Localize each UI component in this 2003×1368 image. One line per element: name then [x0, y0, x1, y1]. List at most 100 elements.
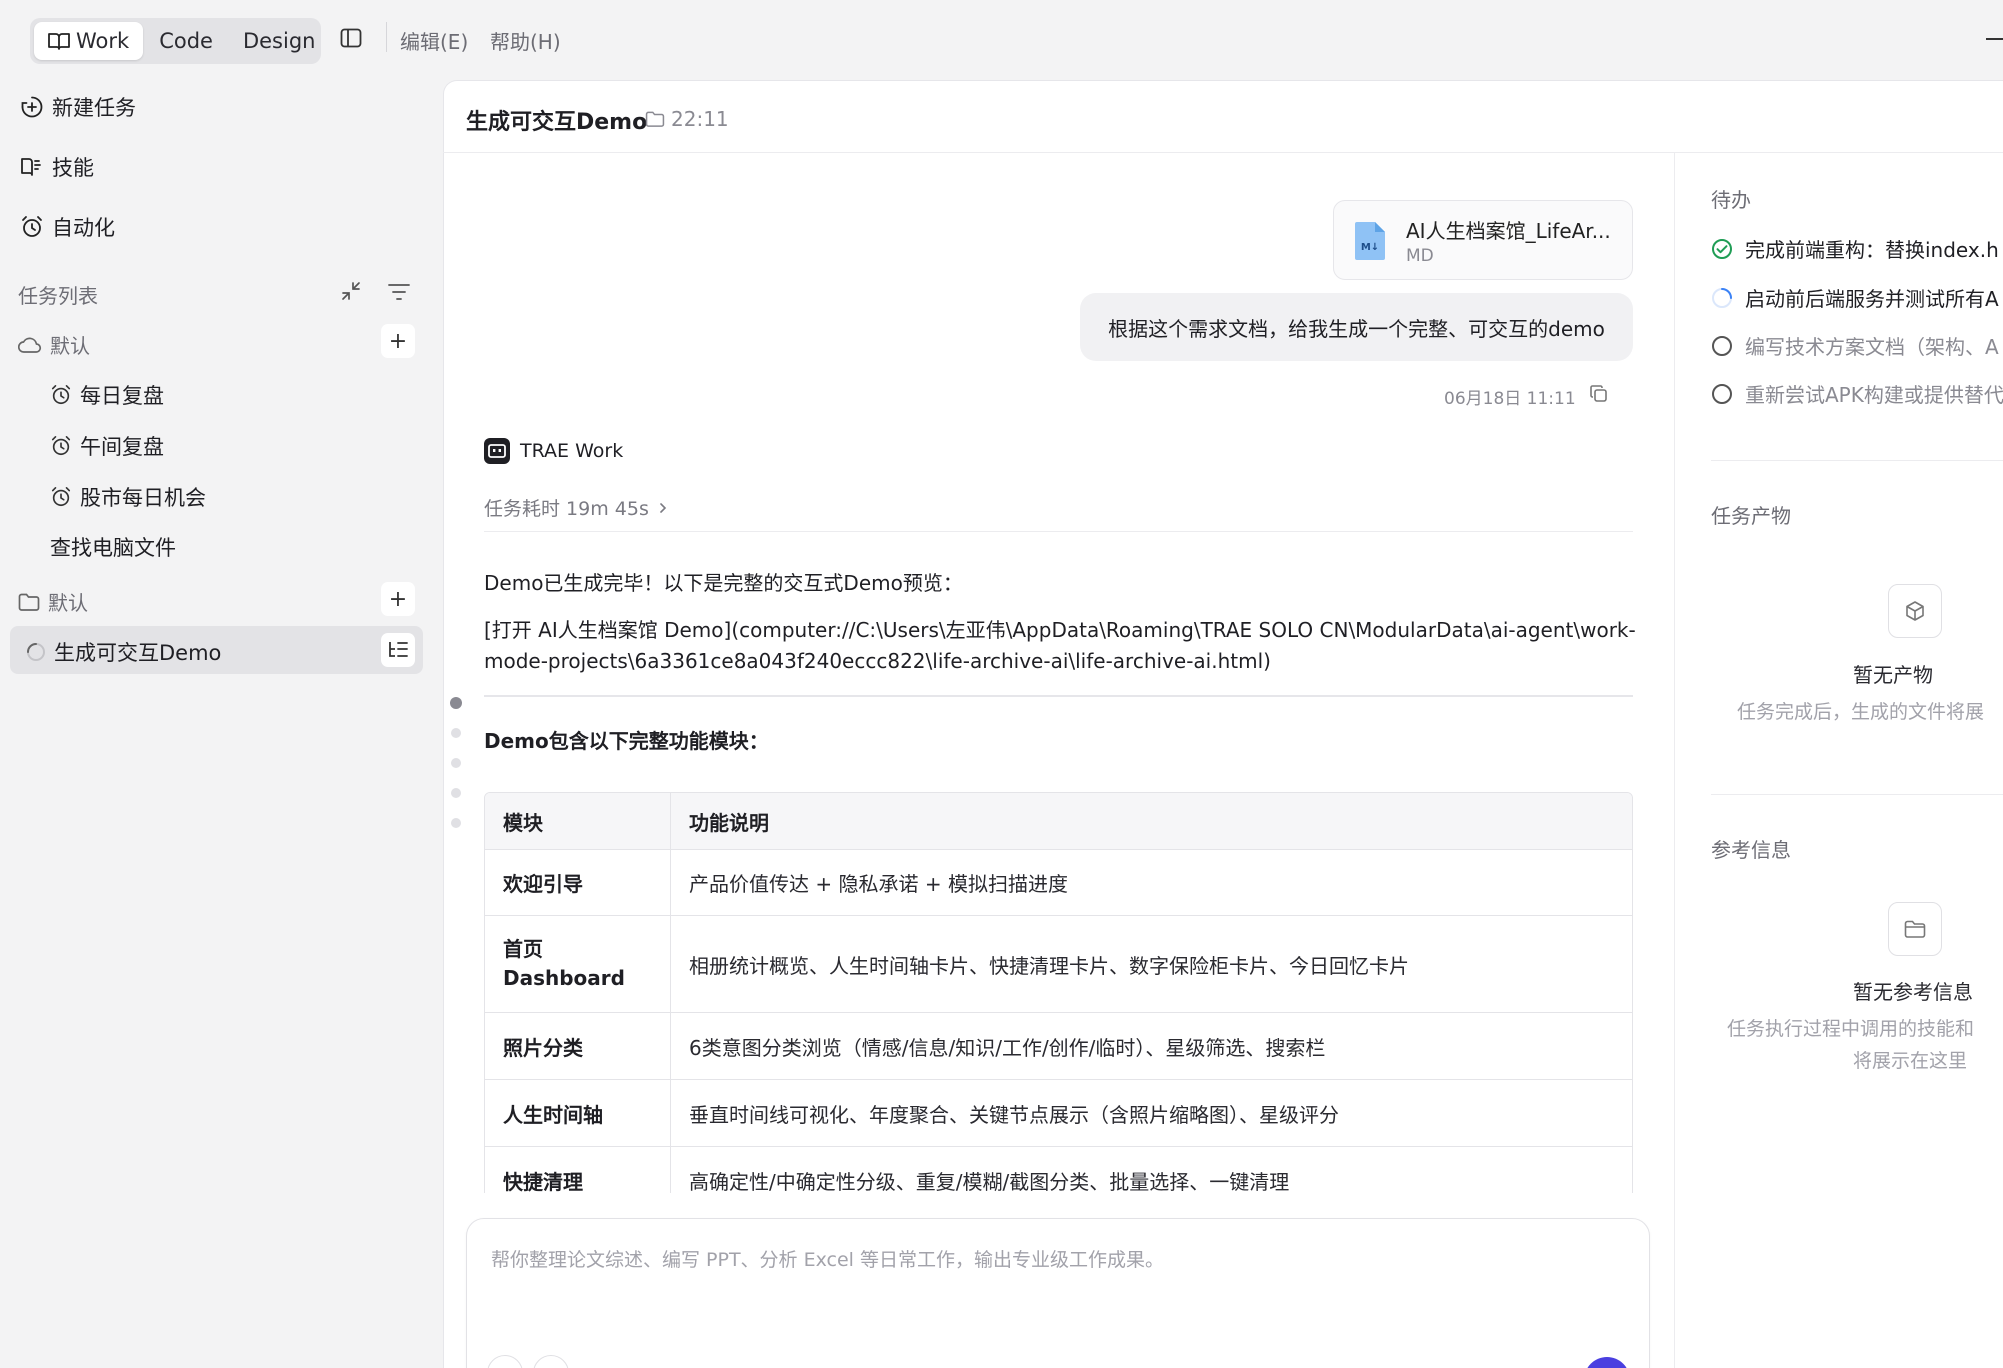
table-cell-desc: 6类意图分类浏览（情感/信息/知识/工作/创作/临时）、星级筛选、搜索栏	[689, 1035, 1326, 1060]
task-duration[interactable]: 任务耗时 19m 45s	[484, 494, 667, 521]
attachment-card[interactable]: M↓ AI人生档案馆_LifeAr... MD	[1333, 200, 1633, 280]
message-timestamp: 06月18日 11:11	[1444, 389, 1576, 409]
modules-table: 模块 功能说明 欢迎引导 产品价值传达 + 隐私承诺 + 模拟扫描进度 首页 D…	[484, 792, 1633, 1214]
composer-box[interactable]: 帮你整理论文综述、编写 PPT、分析 Excel 等日常工作，输出专业级工作成果…	[466, 1218, 1650, 1368]
divider	[484, 695, 1633, 697]
task-item-noon-review[interactable]: 午间复盘	[50, 431, 164, 461]
skills-book-icon	[20, 156, 44, 178]
group-1-add-button[interactable]: +	[381, 324, 415, 358]
attachment-type: MD	[1406, 246, 1434, 266]
collapse-icon[interactable]	[340, 280, 362, 302]
folder-icon	[1888, 902, 1942, 956]
table-cell-module: 照片分类	[485, 1013, 671, 1079]
references-empty-desc-2: 将展示在这里	[1853, 1050, 1968, 1072]
task-item-label: 查找电脑文件	[50, 536, 176, 560]
table-cell-desc: 垂直时间线可视化、年度聚合、关键节点展示（含照片缩略图）、星级评分	[689, 1102, 1339, 1127]
divider	[1711, 460, 2003, 461]
user-message-text: 根据这个需求文档，给我生成一个完整、可交互的demo	[1108, 316, 1605, 341]
folder-icon	[645, 111, 665, 127]
svg-text:M↓: M↓	[1361, 242, 1379, 253]
task-list-title-text: 任务列表	[18, 284, 98, 308]
scroll-dot[interactable]	[451, 818, 461, 828]
task-outline-button[interactable]	[381, 633, 415, 667]
group-default-1[interactable]: 默认	[18, 330, 90, 359]
task-item-generate-demo[interactable]: 生成可交互Demo	[26, 637, 221, 667]
cube-icon	[1888, 584, 1942, 638]
reply-link-line-1: [打开 AI人生档案馆 Demo](computer://C:\Users\左亚…	[484, 618, 1636, 642]
alarm-clock-icon	[50, 435, 72, 457]
empty-circle-icon	[1711, 335, 1733, 357]
group-default-2[interactable]: 默认	[18, 587, 88, 616]
scroll-dot[interactable]	[451, 788, 461, 798]
scroll-dot-active[interactable]	[450, 697, 462, 709]
composer-placeholder: 帮你整理论文综述、编写 PPT、分析 Excel 等日常工作，输出专业级工作成果…	[491, 1249, 1164, 1271]
table-row: 照片分类 6类意图分类浏览（情感/信息/知识/工作/创作/临时）、星级筛选、搜索…	[485, 1012, 1632, 1079]
task-item-daily-review[interactable]: 每日复盘	[50, 380, 164, 410]
agent-header: TRAE Work	[484, 438, 623, 464]
sidebar-toggle-icon[interactable]	[340, 28, 362, 48]
filter-icon[interactable]	[388, 282, 410, 302]
toolbar-divider	[386, 22, 387, 52]
mode-work-label: Work	[76, 29, 130, 53]
table-row: 首页 Dashboard 相册统计概览、人生时间轴卡片、快捷清理卡片、数字保险柜…	[485, 915, 1632, 1012]
check-circle-icon	[1711, 238, 1733, 260]
table-cell-module: 人生时间轴	[485, 1080, 671, 1146]
references-empty-desc-1: 任务执行过程中调用的技能和	[1727, 1018, 1975, 1040]
minimize-icon[interactable]	[1986, 38, 2003, 40]
task-item-label: 每日复盘	[80, 384, 164, 408]
reply-intro: Demo已生成完毕！以下是完整的交互式Demo预览：	[484, 571, 963, 595]
new-task-button[interactable]: 新建任务	[20, 87, 136, 127]
reply-link[interactable]: [打开 AI人生档案馆 Demo](computer://C:\Users\左亚…	[484, 615, 1636, 677]
mode-design-button[interactable]: Design	[229, 22, 330, 60]
page-title: 生成可交互Demo	[466, 110, 648, 135]
outline-list-icon	[387, 640, 409, 660]
task-item-find-files[interactable]: 查找电脑文件	[50, 532, 176, 562]
table-header-row: 模块 功能说明	[485, 793, 1632, 849]
copy-icon[interactable]	[1590, 385, 1608, 403]
attach-button[interactable]	[487, 1355, 523, 1368]
skills-label: 技能	[52, 156, 94, 180]
group-default-1-label: 默认	[50, 334, 90, 358]
loading-spinner-icon	[26, 642, 46, 662]
todo-item-done: 完成前端重构：替换index.h	[1711, 234, 1999, 263]
scroll-dot[interactable]	[451, 728, 461, 738]
header-meta: 22:11	[645, 107, 729, 131]
chevron-right-icon	[659, 502, 667, 514]
references-title: 参考信息	[1711, 838, 1791, 862]
mode-work-button[interactable]: Work	[34, 22, 144, 60]
tools-button[interactable]	[533, 1355, 569, 1368]
new-task-icon	[20, 95, 44, 119]
table-row: 欢迎引导 产品价值传达 + 隐私承诺 + 模拟扫描进度	[485, 849, 1632, 915]
book-icon	[48, 31, 70, 51]
send-button[interactable]	[1584, 1357, 1630, 1368]
table-cell-module: 首页 Dashboard	[485, 916, 671, 1012]
new-task-label: 新建任务	[52, 96, 136, 120]
mode-switch: Work Code Design	[30, 18, 321, 64]
alarm-clock-icon	[50, 384, 72, 406]
task-item-label: 午间复盘	[80, 435, 164, 459]
menu-edit[interactable]: 编辑(E)	[400, 26, 468, 55]
scroll-dot[interactable]	[451, 758, 461, 768]
group-2-add-button[interactable]: +	[381, 582, 415, 616]
table-header-cell: 功能说明	[689, 810, 769, 835]
skills-button[interactable]: 技能	[20, 147, 94, 187]
todo-title: 待办	[1711, 188, 1751, 212]
todo-text: 编写技术方案文档（架构、A	[1745, 335, 1999, 359]
mode-code-button[interactable]: Code	[145, 22, 227, 60]
todo-text: 完成前端重构：替换index.h	[1745, 238, 1999, 262]
artifacts-title: 任务产物	[1711, 504, 1791, 528]
todo-item-in-progress: 启动前后端服务并测试所有A	[1711, 283, 1999, 312]
group-default-2-label: 默认	[48, 591, 88, 615]
menu-help[interactable]: 帮助(H)	[490, 26, 561, 55]
automation-button[interactable]: 自动化	[20, 207, 115, 247]
task-item-stock-opportunity[interactable]: 股市每日机会	[50, 482, 206, 512]
artifacts-empty-desc: 任务完成后，生成的文件将展	[1737, 701, 1985, 723]
alarm-clock-icon	[20, 215, 44, 239]
alarm-clock-icon	[50, 486, 72, 508]
header-divider	[443, 152, 2003, 153]
markdown-file-icon: M↓	[1354, 221, 1386, 261]
folder-icon	[18, 593, 40, 611]
user-message-bubble: 根据这个需求文档，给我生成一个完整、可交互的demo	[1080, 293, 1633, 361]
mode-code-label: Code	[159, 29, 213, 53]
automation-label: 自动化	[52, 216, 115, 240]
